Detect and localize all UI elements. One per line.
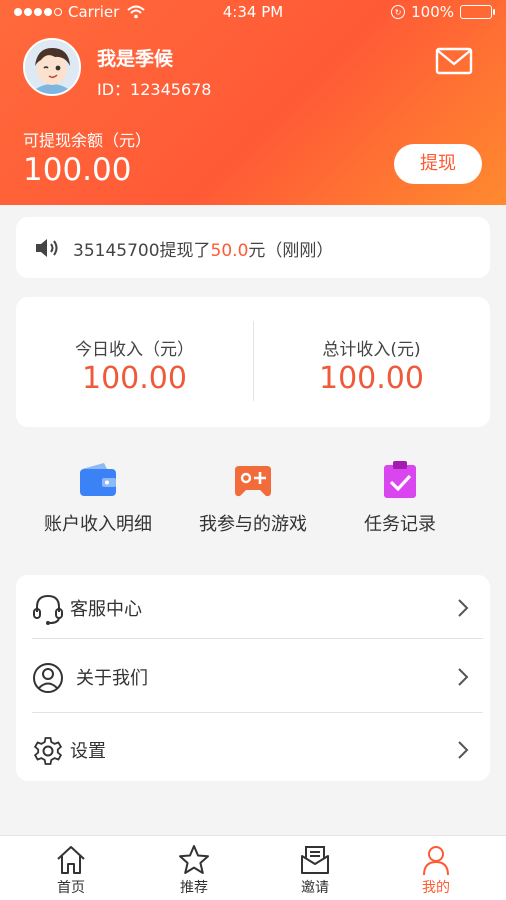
avatar-cartoon-icon	[25, 40, 79, 94]
tab-label: 邀请	[301, 880, 329, 896]
clipboard-check-icon	[384, 461, 416, 498]
menu-label: 设置	[70, 741, 106, 762]
user-name: 我是季候	[97, 48, 174, 70]
invite-mail-icon	[301, 846, 329, 874]
balance-value: 100.00	[23, 152, 132, 188]
quick-link-my-games[interactable]: 我参与的游戏	[173, 460, 333, 536]
chevron-right-icon	[458, 599, 469, 617]
today-income: 今日收入（元） 100.00	[16, 297, 253, 427]
menu-item-customer-service[interactable]: 客服中心	[16, 575, 490, 643]
quick-link-label: 任务记录	[364, 514, 436, 535]
headset-icon	[33, 594, 63, 625]
today-income-label: 今日收入（元）	[75, 340, 194, 360]
income-summary-card: 今日收入（元） 100.00 总计收入(元) 100.00	[16, 297, 490, 427]
total-income-value: 100.00	[319, 361, 424, 396]
rotation-lock-icon: ↻	[391, 5, 406, 19]
tab-mine[interactable]: 我的	[373, 836, 499, 900]
total-income: 总计收入(元) 100.00	[253, 297, 490, 427]
menu-divider	[32, 638, 483, 639]
quick-links: 账户收入明细 我参与的游戏 任务记录	[0, 460, 506, 540]
menu-divider	[32, 712, 483, 713]
battery-icon	[460, 5, 495, 19]
battery-group: ↻ 100%	[391, 3, 495, 21]
tab-label: 推荐	[180, 880, 208, 896]
bottom-tab-bar: 首页 推荐 邀请 我的	[0, 835, 506, 900]
withdraw-notice-bar: 35145700提现了50.0元（刚刚）	[16, 217, 490, 278]
gamepad-icon	[235, 466, 271, 497]
speaker-icon	[36, 239, 58, 257]
chevron-right-icon	[458, 668, 469, 686]
menu-item-settings[interactable]: 设置	[16, 717, 490, 785]
settings-menu: 客服中心 关于我们 设置	[16, 575, 490, 781]
tab-home[interactable]: 首页	[8, 836, 134, 900]
notice-text: 35145700提现了50.0元（刚刚）	[73, 236, 333, 261]
user-id: ID：12345678	[97, 80, 212, 99]
tab-invite[interactable]: 邀请	[252, 836, 378, 900]
notice-amount: 50.0	[210, 241, 249, 261]
tab-label: 首页	[57, 880, 85, 896]
user-circle-icon	[33, 663, 63, 693]
balance-label: 可提现余额（元）	[23, 131, 152, 150]
total-income-label: 总计收入(元)	[322, 340, 421, 360]
tab-recommend[interactable]: 推荐	[131, 836, 257, 900]
quick-link-label: 我参与的游戏	[199, 514, 307, 535]
menu-label: 客服中心	[70, 599, 142, 620]
mail-icon[interactable]	[435, 46, 473, 76]
quick-link-income-detail[interactable]: 账户收入明细	[18, 460, 178, 536]
today-income-value: 100.00	[82, 361, 187, 396]
quick-link-label: 账户收入明细	[44, 514, 152, 535]
person-icon	[423, 846, 449, 876]
notice-prefix: 35145700提现了	[73, 241, 211, 261]
withdraw-button[interactable]: 提现	[394, 144, 482, 184]
battery-percent: 100%	[411, 3, 454, 21]
menu-label: 关于我们	[76, 668, 148, 689]
home-icon	[57, 846, 85, 874]
status-bar: Carrier 4:34 PM ↻ 100%	[0, 0, 506, 26]
gear-icon	[33, 737, 63, 765]
tab-label: 我的	[422, 880, 450, 896]
chevron-right-icon	[458, 741, 469, 759]
wallet-icon	[80, 463, 116, 496]
quick-link-task-records[interactable]: 任务记录	[320, 460, 480, 536]
profile-header: Carrier 4:34 PM ↻ 100% 我是季候 ID：12345678	[0, 0, 506, 205]
avatar[interactable]	[23, 38, 81, 96]
menu-item-about-us[interactable]: 关于我们	[16, 644, 490, 712]
star-icon	[179, 845, 209, 874]
notice-suffix: 元（刚刚）	[248, 241, 334, 261]
